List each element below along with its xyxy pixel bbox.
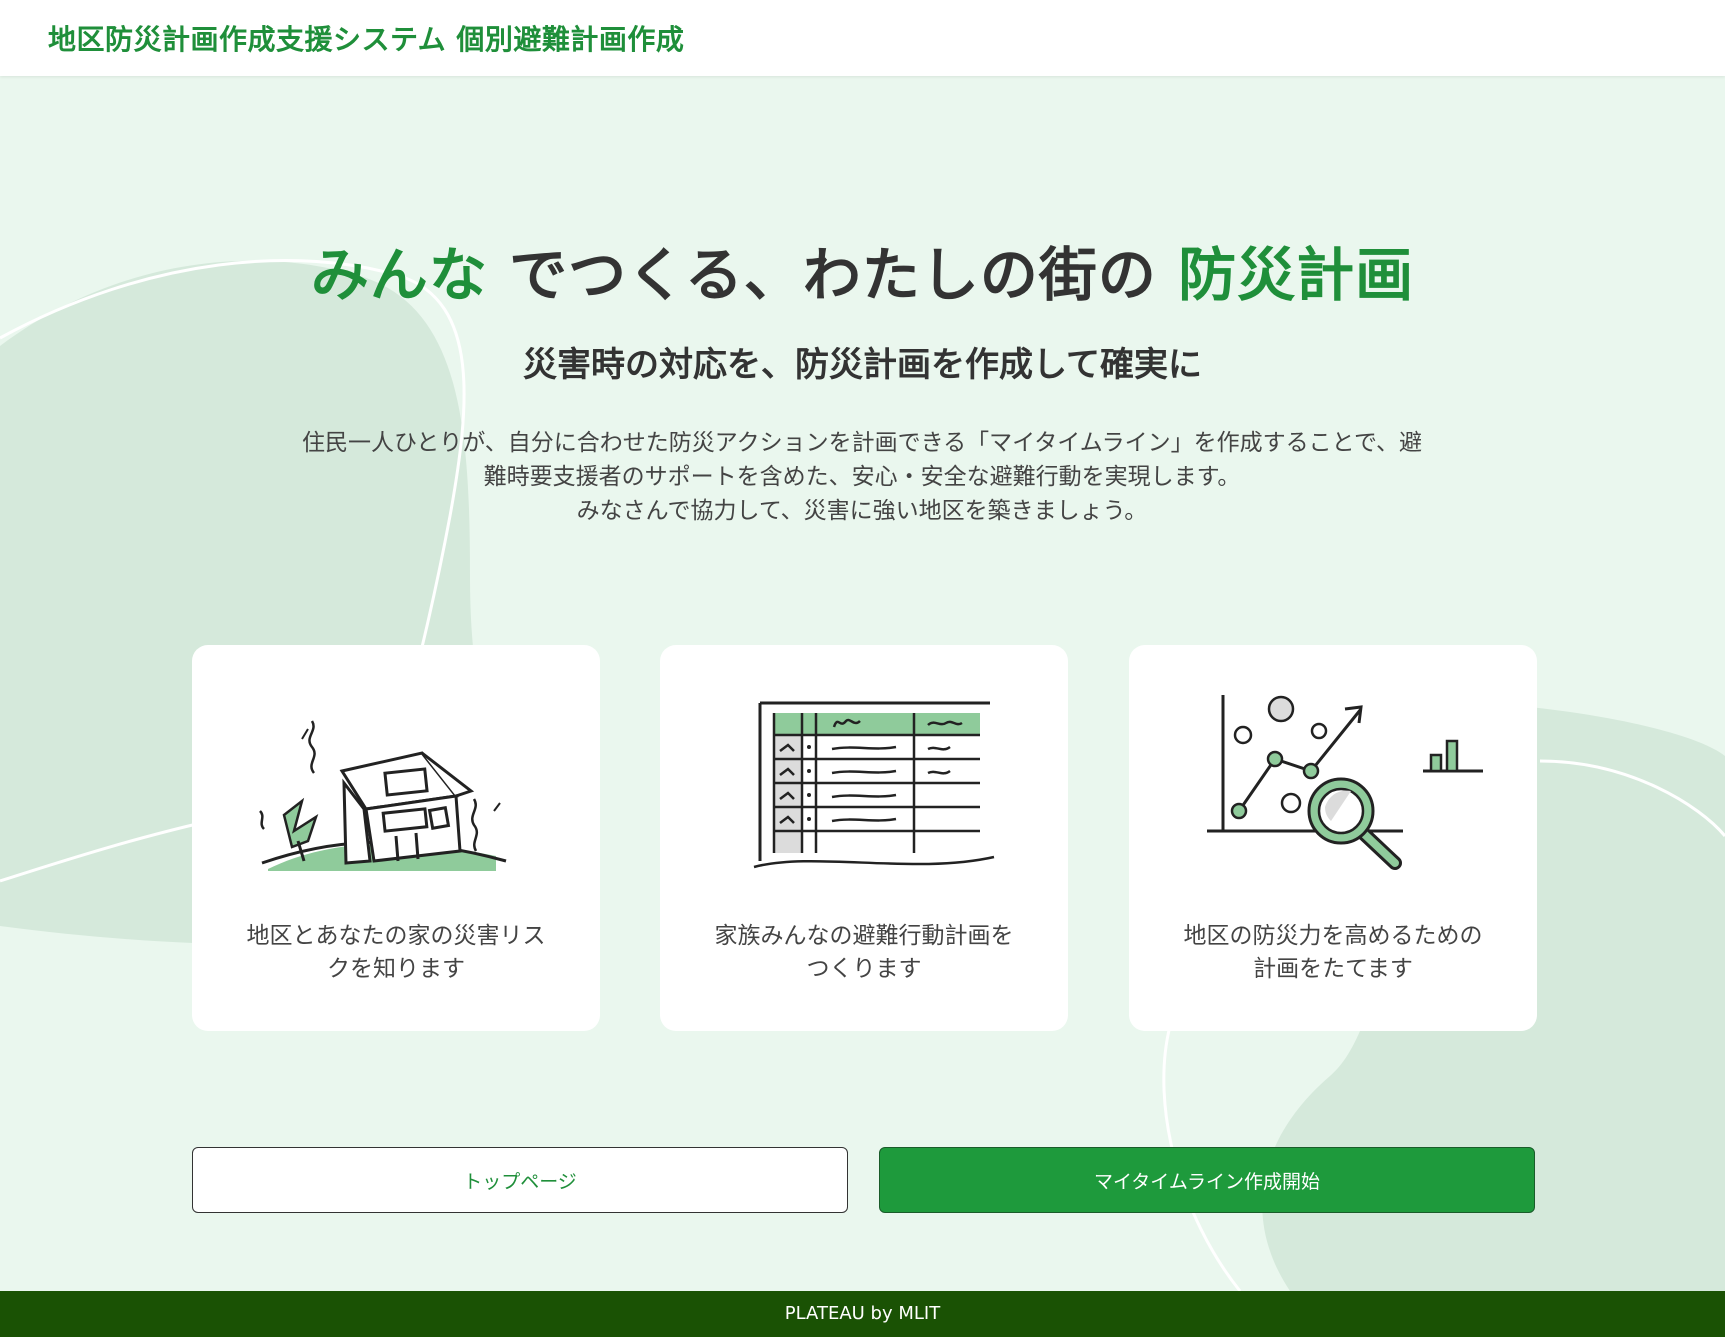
caption-line-1: 家族みんなの避難行動計画を: [714, 923, 1014, 949]
feature-card-plan: 家族みんなの避難行動計画を つくります: [660, 645, 1068, 1031]
feature-card-risk: 地区とあなたの家の災害リス クを知ります: [192, 645, 600, 1031]
headline-accent-1: みんな: [310, 241, 488, 309]
description-line-2: 難時要支援者のサポートを含めた、安心・安全な避難行動を実現します。: [483, 464, 1241, 490]
hero-description: 住民一人ひとりが、自分に合わせた防災アクションを計画できる「マイタイムライン」を…: [262, 426, 1462, 528]
description-line-1: 住民一人ひとりが、自分に合わせた防災アクションを計画できる「マイタイムライン」を…: [301, 430, 1423, 456]
caption-line-2: 計画をたてます: [1253, 956, 1413, 982]
caption-line-1: 地区とあなたの家の災害リス: [246, 923, 546, 949]
top-page-button[interactable]: トップページ: [192, 1147, 848, 1213]
caption-line-1: 地区の防災力を高めるための: [1183, 923, 1483, 949]
headline-accent-2: 防災計画: [1178, 241, 1415, 309]
table-plan-icon: [753, 701, 995, 869]
feature-caption-risk: 地区とあなたの家の災害リス クを知ります: [222, 920, 570, 986]
chart-analysis-icon: [1207, 695, 1483, 870]
house-disaster-icon: [259, 720, 507, 871]
hero-headline: みんな でつくる、わたしの街の 防災計画: [0, 228, 1725, 312]
app-header: 地区防災計画作成支援システム 個別避難計画作成: [0, 0, 1725, 76]
footer: PLATEAU by MLIT: [0, 1291, 1725, 1337]
feature-card-analysis: 地区の防災力を高めるための 計画をたてます: [1129, 645, 1537, 1031]
description-line-3: みなさんで協力して、災害に強い地区を築きましょう。: [576, 498, 1148, 524]
caption-line-2: クを知ります: [327, 956, 465, 982]
footer-text: PLATEAU by MLIT: [784, 1303, 941, 1324]
start-timeline-button[interactable]: マイタイムライン作成開始: [879, 1147, 1535, 1213]
feature-caption-analysis: 地区の防災力を高めるための 計画をたてます: [1159, 920, 1507, 986]
main-content: みんな でつくる、わたしの街の 防災計画 災害時の対応を、防災計画を作成して確実…: [0, 0, 1725, 1337]
headline-middle: でつくる、わたしの街の: [509, 241, 1157, 309]
caption-line-2: つくります: [806, 956, 922, 982]
hero-subheadline: 災害時の対応を、防災計画を作成して確実に: [523, 345, 1202, 385]
app-title: 地区防災計画作成支援システム 個別避難計画作成: [48, 23, 685, 56]
feature-caption-plan: 家族みんなの避難行動計画を つくります: [690, 920, 1038, 986]
